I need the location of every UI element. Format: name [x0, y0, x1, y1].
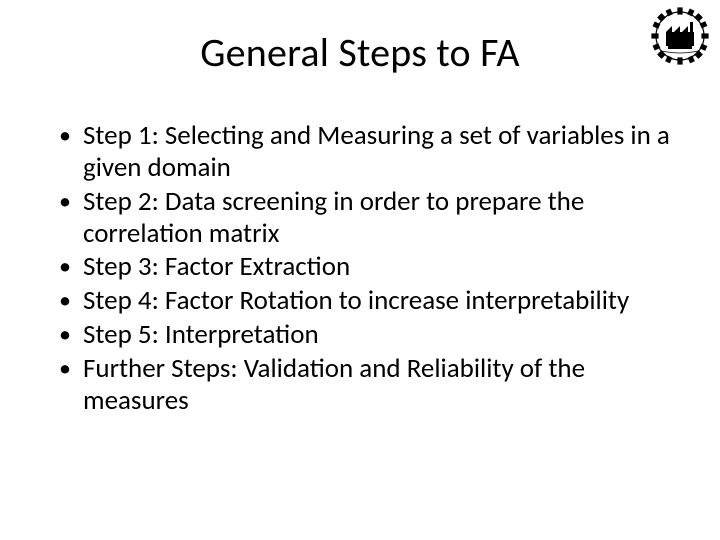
slide-title: General Steps to FA — [0, 28, 720, 77]
list-item: Step 3: Factor Extraction — [55, 251, 670, 283]
list-item: Further Steps: Validation and Reliabilit… — [55, 353, 670, 417]
list-item: Step 4: Factor Rotation to increase inte… — [55, 285, 670, 317]
list-item: Step 2: Data screening in order to prepa… — [55, 186, 670, 250]
slide-body: Step 1: Selecting and Measuring a set of… — [55, 120, 670, 419]
list-item: Step 5: Interpretation — [55, 319, 670, 351]
list-item: Step 1: Selecting and Measuring a set of… — [55, 120, 670, 184]
slide: General Steps to FA Step 1: Selecting an… — [0, 0, 720, 540]
bullet-list: Step 1: Selecting and Measuring a set of… — [55, 120, 670, 417]
